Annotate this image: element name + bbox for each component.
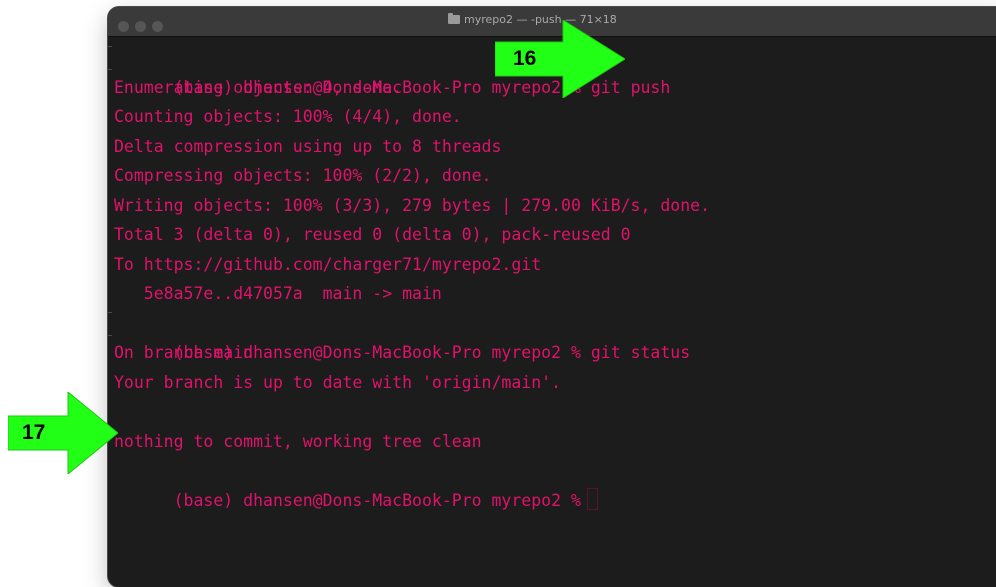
terminal-line: On branch main xyxy=(114,343,254,362)
folder-icon xyxy=(448,13,460,24)
annotation-label-17: 17 xyxy=(22,421,46,444)
annotation-label-16: 16 xyxy=(513,47,537,70)
terminal-line: 5e8a57e..d47057a main -> main xyxy=(114,284,442,303)
close-button[interactable] xyxy=(118,21,129,32)
terminal-line: Counting objects: 100% (4/4), done. xyxy=(114,107,462,126)
terminal-line: Delta compression using up to 8 threads xyxy=(114,136,502,156)
traffic-lights xyxy=(118,17,169,36)
terminal-line: Compressing objects: 100% (2/2), done. xyxy=(114,166,492,185)
annotation-arrow-16: 16 xyxy=(494,19,626,99)
prompt-mark xyxy=(108,46,112,70)
terminal-line-current-prompt: (base) dhansen@Dons-MacBook-Pro myrepo2 … xyxy=(114,456,996,510)
terminal-output[interactable]: (base) dhansen@Dons-MacBook-Pro myrepo2 … xyxy=(108,43,996,587)
terminal-line: Writing objects: 100% (3/3), 279 bytes |… xyxy=(114,195,711,215)
terminal-line-prompt: (base) dhansen@Dons-MacBook-Pro myrepo2 … xyxy=(108,309,996,362)
terminal-line: Your branch is up to date with 'origin/m… xyxy=(114,372,562,392)
zoom-button[interactable] xyxy=(152,21,163,32)
terminal-line: nothing to commit, working tree clean xyxy=(114,431,482,451)
terminal-line: To https://github.com/charger71/myrepo2.… xyxy=(114,254,542,274)
prompt-mark xyxy=(108,311,112,336)
annotation-arrow-17: 17 xyxy=(7,390,119,476)
text-cursor[interactable] xyxy=(586,487,598,510)
minimize-button[interactable] xyxy=(135,21,146,32)
terminal-line: Total 3 (delta 0), reused 0 (delta 0), p… xyxy=(114,225,631,244)
